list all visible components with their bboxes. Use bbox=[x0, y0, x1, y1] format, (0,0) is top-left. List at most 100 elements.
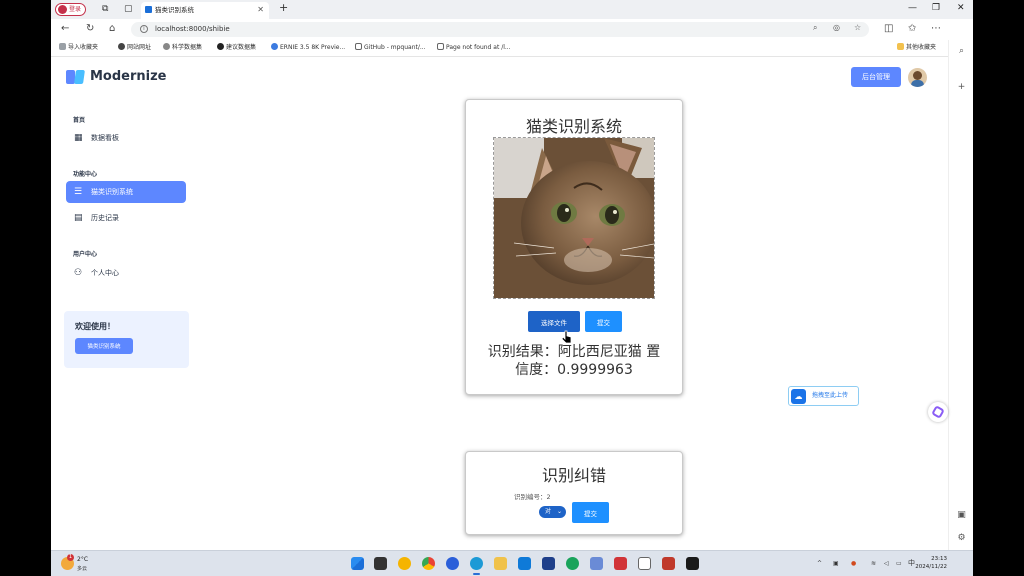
battery-icon[interactable]: ▭ bbox=[896, 560, 902, 568]
wps-icon[interactable] bbox=[614, 557, 627, 570]
drag-upload-widget[interactable]: ☁ 拖拽至此上传 bbox=[788, 386, 859, 406]
web-page: Modernize 后台管理 首页 ▦ 数据看板 功能中心 ☰ 猫类识别系统 ▤… bbox=[51, 57, 948, 550]
document-icon: ▤ bbox=[74, 213, 83, 223]
uploaded-cat-image bbox=[493, 137, 655, 299]
side-screenshot-icon[interactable]: ▣ bbox=[949, 510, 973, 520]
tab-active[interactable]: 猫类识别系统 ✕ bbox=[141, 2, 269, 19]
sidebar-section-home: 首页 bbox=[73, 117, 86, 124]
back-icon[interactable]: ← bbox=[61, 23, 69, 35]
choose-file-button[interactable]: 选择文件 bbox=[528, 311, 580, 332]
copilot-float-button[interactable] bbox=[928, 402, 948, 422]
tray-app-icon[interactable]: ▣ bbox=[833, 560, 839, 568]
task-view-icon[interactable] bbox=[374, 557, 387, 570]
system-clock[interactable]: 23:13 2024/11/22 bbox=[907, 555, 947, 571]
sidebar-item-dashboard[interactable]: ▦ 数据看板 bbox=[66, 127, 186, 149]
pycharm-icon[interactable] bbox=[686, 557, 699, 570]
weather-condition: 多云 bbox=[77, 566, 88, 572]
correction-title: 识别纠错 bbox=[541, 466, 606, 485]
sidebar-section-user: 用户中心 bbox=[73, 251, 98, 258]
favorite-star-icon[interactable]: ☆ bbox=[854, 23, 861, 33]
cloud-upload-icon: ☁ bbox=[791, 389, 806, 404]
file-explorer-icon[interactable] bbox=[494, 557, 507, 570]
wifi-icon[interactable]: ≋ bbox=[871, 560, 876, 568]
more-menu-icon[interactable]: ⋯ bbox=[931, 23, 941, 35]
app-red-icon[interactable] bbox=[662, 557, 675, 570]
welcome-button[interactable]: 猫类识别系统 bbox=[75, 338, 133, 354]
correction-submit-button[interactable]: 提交 bbox=[572, 502, 609, 523]
clock-time: 23:13 bbox=[931, 556, 947, 562]
weather-widget[interactable]: 1 2°C 多云 bbox=[61, 554, 101, 574]
search-icon[interactable]: ⌕ bbox=[813, 23, 817, 33]
start-icon[interactable] bbox=[351, 557, 364, 570]
favorites-icon[interactable]: ✩ bbox=[908, 23, 916, 35]
browser-side-panel: ⌕ + ▣ ⚙ bbox=[948, 40, 973, 550]
extension-icon[interactable]: ◎ bbox=[833, 23, 840, 33]
bookmark-4[interactable]: ERNIE 3.5 8K Previe... bbox=[271, 43, 345, 53]
correct-select[interactable]: 对 ⌄ bbox=[539, 506, 566, 518]
brand-name: Modernize bbox=[90, 69, 167, 84]
site-info-icon[interactable]: i bbox=[140, 25, 148, 33]
app-nav-icon[interactable] bbox=[542, 557, 555, 570]
tray-expand-icon[interactable]: ^ bbox=[817, 560, 822, 568]
minimize-icon[interactable]: — bbox=[908, 3, 917, 13]
restore-icon[interactable]: ❐ bbox=[932, 3, 940, 13]
result-line-1: 识别结果：阿比西尼亚猫 置 bbox=[487, 344, 661, 360]
app-t-icon[interactable] bbox=[518, 557, 531, 570]
sidebar-item-label: 猫类识别系统 bbox=[91, 188, 133, 196]
tab-bar: 登录 ⧉ ▢ 猫类识别系统 ✕ + — ❐ ✕ bbox=[51, 0, 973, 19]
correct-select-value: 对 bbox=[545, 508, 552, 515]
close-tab-icon[interactable]: ✕ bbox=[257, 2, 264, 18]
app-blue-icon[interactable] bbox=[446, 557, 459, 570]
sidebar-item-label: 数据看板 bbox=[91, 134, 119, 142]
chrome-icon[interactable] bbox=[422, 557, 435, 570]
profile-avatar-icon bbox=[58, 5, 67, 14]
correction-card: 识别纠错 识别编号：2 对 ⌄ 提交 bbox=[465, 451, 683, 535]
bookmark-0[interactable]: 导入收藏夹 bbox=[59, 43, 98, 53]
volume-icon[interactable]: ◁ bbox=[884, 560, 889, 568]
screen: 登录 ⧉ ▢ 猫类识别系统 ✕ + — ❐ ✕ ← ↻ ⌂ i localhos… bbox=[51, 0, 973, 576]
address-bar-row: ← ↻ ⌂ i localhost:8000/shibie ⌕ ◎ ☆ ◫ ✩ … bbox=[51, 19, 973, 40]
app-dots-icon[interactable] bbox=[590, 557, 603, 570]
tray-app2-icon[interactable]: ● bbox=[851, 560, 856, 568]
split-screen-icon[interactable]: ◫ bbox=[884, 23, 893, 35]
profile-button[interactable]: 登录 bbox=[55, 3, 87, 16]
recognition-title: 猫类识别系统 bbox=[525, 117, 622, 136]
sidebar-item-cat-recognition[interactable]: ☰ 猫类识别系统 bbox=[66, 181, 186, 203]
bookmark-1[interactable]: 网站网址 bbox=[118, 43, 151, 53]
url-field[interactable]: i localhost:8000/shibie bbox=[131, 22, 869, 37]
welcome-title: 欢迎使用！ bbox=[75, 322, 115, 331]
copilot-icon bbox=[931, 405, 945, 419]
result-line-2: 信度：0.9999963 bbox=[515, 362, 633, 378]
new-tab-icon[interactable]: + bbox=[279, 2, 288, 13]
sidebar-item-label: 个人中心 bbox=[91, 269, 119, 277]
edge-icon[interactable] bbox=[470, 557, 483, 575]
refresh-icon[interactable]: ↻ bbox=[86, 23, 94, 35]
user-add-icon: ⚇ bbox=[74, 268, 83, 278]
taskbar: 1 2°C 多云 ^ ▣ ● ≋ ◁ ▭ 中 23:13 2024/11/22 bbox=[51, 550, 973, 576]
submit-button[interactable]: 提交 bbox=[585, 311, 622, 332]
side-settings-icon[interactable]: ⚙ bbox=[949, 533, 973, 543]
tab-actions-icon[interactable]: ▢ bbox=[124, 4, 133, 14]
profile-label: 登录 bbox=[69, 6, 82, 13]
typora-icon[interactable] bbox=[638, 557, 651, 570]
bookmark-other[interactable]: 其他收藏夹 bbox=[897, 43, 936, 53]
user-avatar[interactable] bbox=[908, 68, 927, 87]
home-icon[interactable]: ⌂ bbox=[109, 23, 115, 35]
list-icon: ☰ bbox=[74, 187, 83, 197]
admin-button[interactable]: 后台管理 bbox=[851, 67, 901, 87]
chevron-down-icon: ⌄ bbox=[556, 508, 562, 515]
recognition-result: 识别结果：阿比西尼亚猫 置 信度：0.9999963 bbox=[478, 343, 670, 379]
bookmark-5[interactable]: GitHub - mpquant/... bbox=[355, 43, 426, 53]
bookmark-2[interactable]: 科学数据集 bbox=[163, 43, 202, 53]
wechat-icon[interactable] bbox=[566, 557, 579, 570]
sidebar-item-history[interactable]: ▤ 历史记录 bbox=[66, 207, 186, 229]
side-add-icon[interactable]: + bbox=[949, 82, 973, 92]
close-window-icon[interactable]: ✕ bbox=[957, 3, 965, 13]
sidebar-item-profile[interactable]: ⚇ 个人中心 bbox=[66, 262, 186, 284]
app-shield-icon[interactable] bbox=[398, 557, 411, 570]
tab-title: 猫类识别系统 bbox=[155, 6, 194, 14]
bookmark-3[interactable]: 建议数据集 bbox=[217, 43, 256, 53]
workspaces-icon[interactable]: ⧉ bbox=[102, 4, 108, 14]
side-search-icon[interactable]: ⌕ bbox=[949, 46, 973, 56]
bookmark-6[interactable]: Page not found at /l... bbox=[437, 43, 511, 53]
